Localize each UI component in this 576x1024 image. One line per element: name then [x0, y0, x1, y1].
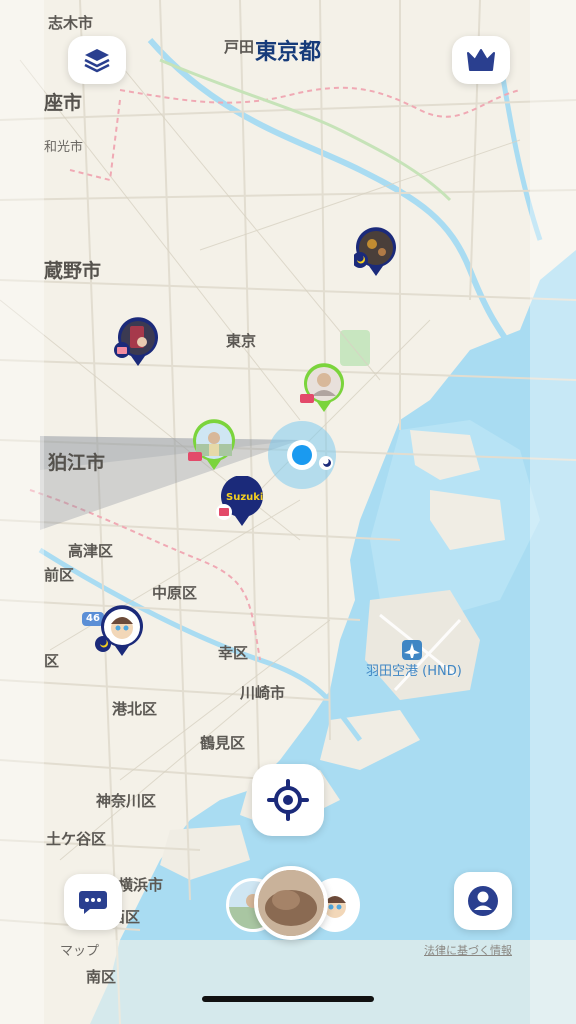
pin-marker [114, 317, 158, 366]
map-label-yokohama: 横浜市 [118, 876, 164, 894]
friend-avatar-selected[interactable] [254, 866, 328, 940]
profile-icon [468, 886, 498, 916]
map-label-minami: 南区 [86, 968, 117, 986]
airport-label: 羽田空港 (HND) [366, 664, 462, 679]
pin-marker [188, 419, 235, 470]
map-label-saiwai: 幸区 [218, 644, 249, 662]
map-label-shiki: 志木市 [48, 14, 94, 32]
map-label-musashino: 蔵野市 [44, 260, 102, 282]
pin-marker [300, 363, 344, 412]
gift-icon [117, 347, 127, 354]
friend-pin[interactable] [298, 362, 346, 414]
pin-marker [95, 605, 143, 656]
map-label-wako: 和光市 [44, 140, 84, 155]
friend-photo [258, 870, 324, 936]
crown-icon [467, 49, 495, 71]
home-indicator[interactable] [202, 996, 374, 1002]
friend-pin[interactable] [352, 226, 398, 278]
map-label-hodogaya: 土ケ谷区 [46, 830, 107, 848]
map-label-kawasaki: 川崎市 [240, 684, 286, 702]
layers-icon [84, 49, 110, 73]
locate-icon [267, 779, 309, 821]
premium-button[interactable] [452, 36, 510, 84]
friend-pin[interactable]: Suzuki [214, 475, 264, 528]
map-label-tama: 区 [44, 652, 60, 670]
profile-button[interactable] [454, 872, 512, 930]
layers-button[interactable] [68, 36, 126, 84]
friend-pin[interactable] [186, 418, 236, 472]
map-label-zama: 座市 [44, 92, 83, 114]
map-label-miyamae: 前区 [44, 566, 75, 584]
map-label-takatsu: 高津区 [68, 542, 114, 560]
apple-maps-logo: マップ [60, 940, 99, 959]
chat-button[interactable] [64, 874, 122, 930]
map-screen: 志木市 戸田 座市 和光市 蔵野市 東京 狛江市 高津区 前区 中原区 区 幸区… [0, 0, 576, 1024]
friend-name: Suzuki [226, 492, 264, 503]
legal-link[interactable]: 法律に基づく情報 [424, 942, 512, 958]
sofa-icon [300, 394, 314, 403]
sofa-icon [188, 452, 202, 461]
friends-carousel[interactable] [224, 866, 360, 940]
map-label-tsurumi: 鶴見区 [200, 734, 246, 752]
pin-marker [352, 227, 396, 276]
map-label-tokyo: 東京 [226, 332, 257, 350]
chat-icon [79, 891, 107, 914]
friend-pin[interactable] [94, 604, 144, 658]
map-label-kanagawa: 神奈川区 [96, 792, 157, 810]
map-label-nakahara: 中原区 [152, 584, 198, 602]
map-label-kohoku: 港北区 [112, 700, 158, 718]
map-label-komae: 狛江市 [48, 452, 106, 474]
friend-pin[interactable] [112, 316, 160, 368]
locate-button[interactable] [252, 764, 324, 836]
apple-maps-text: マップ [60, 944, 100, 959]
gift-icon [219, 508, 229, 516]
